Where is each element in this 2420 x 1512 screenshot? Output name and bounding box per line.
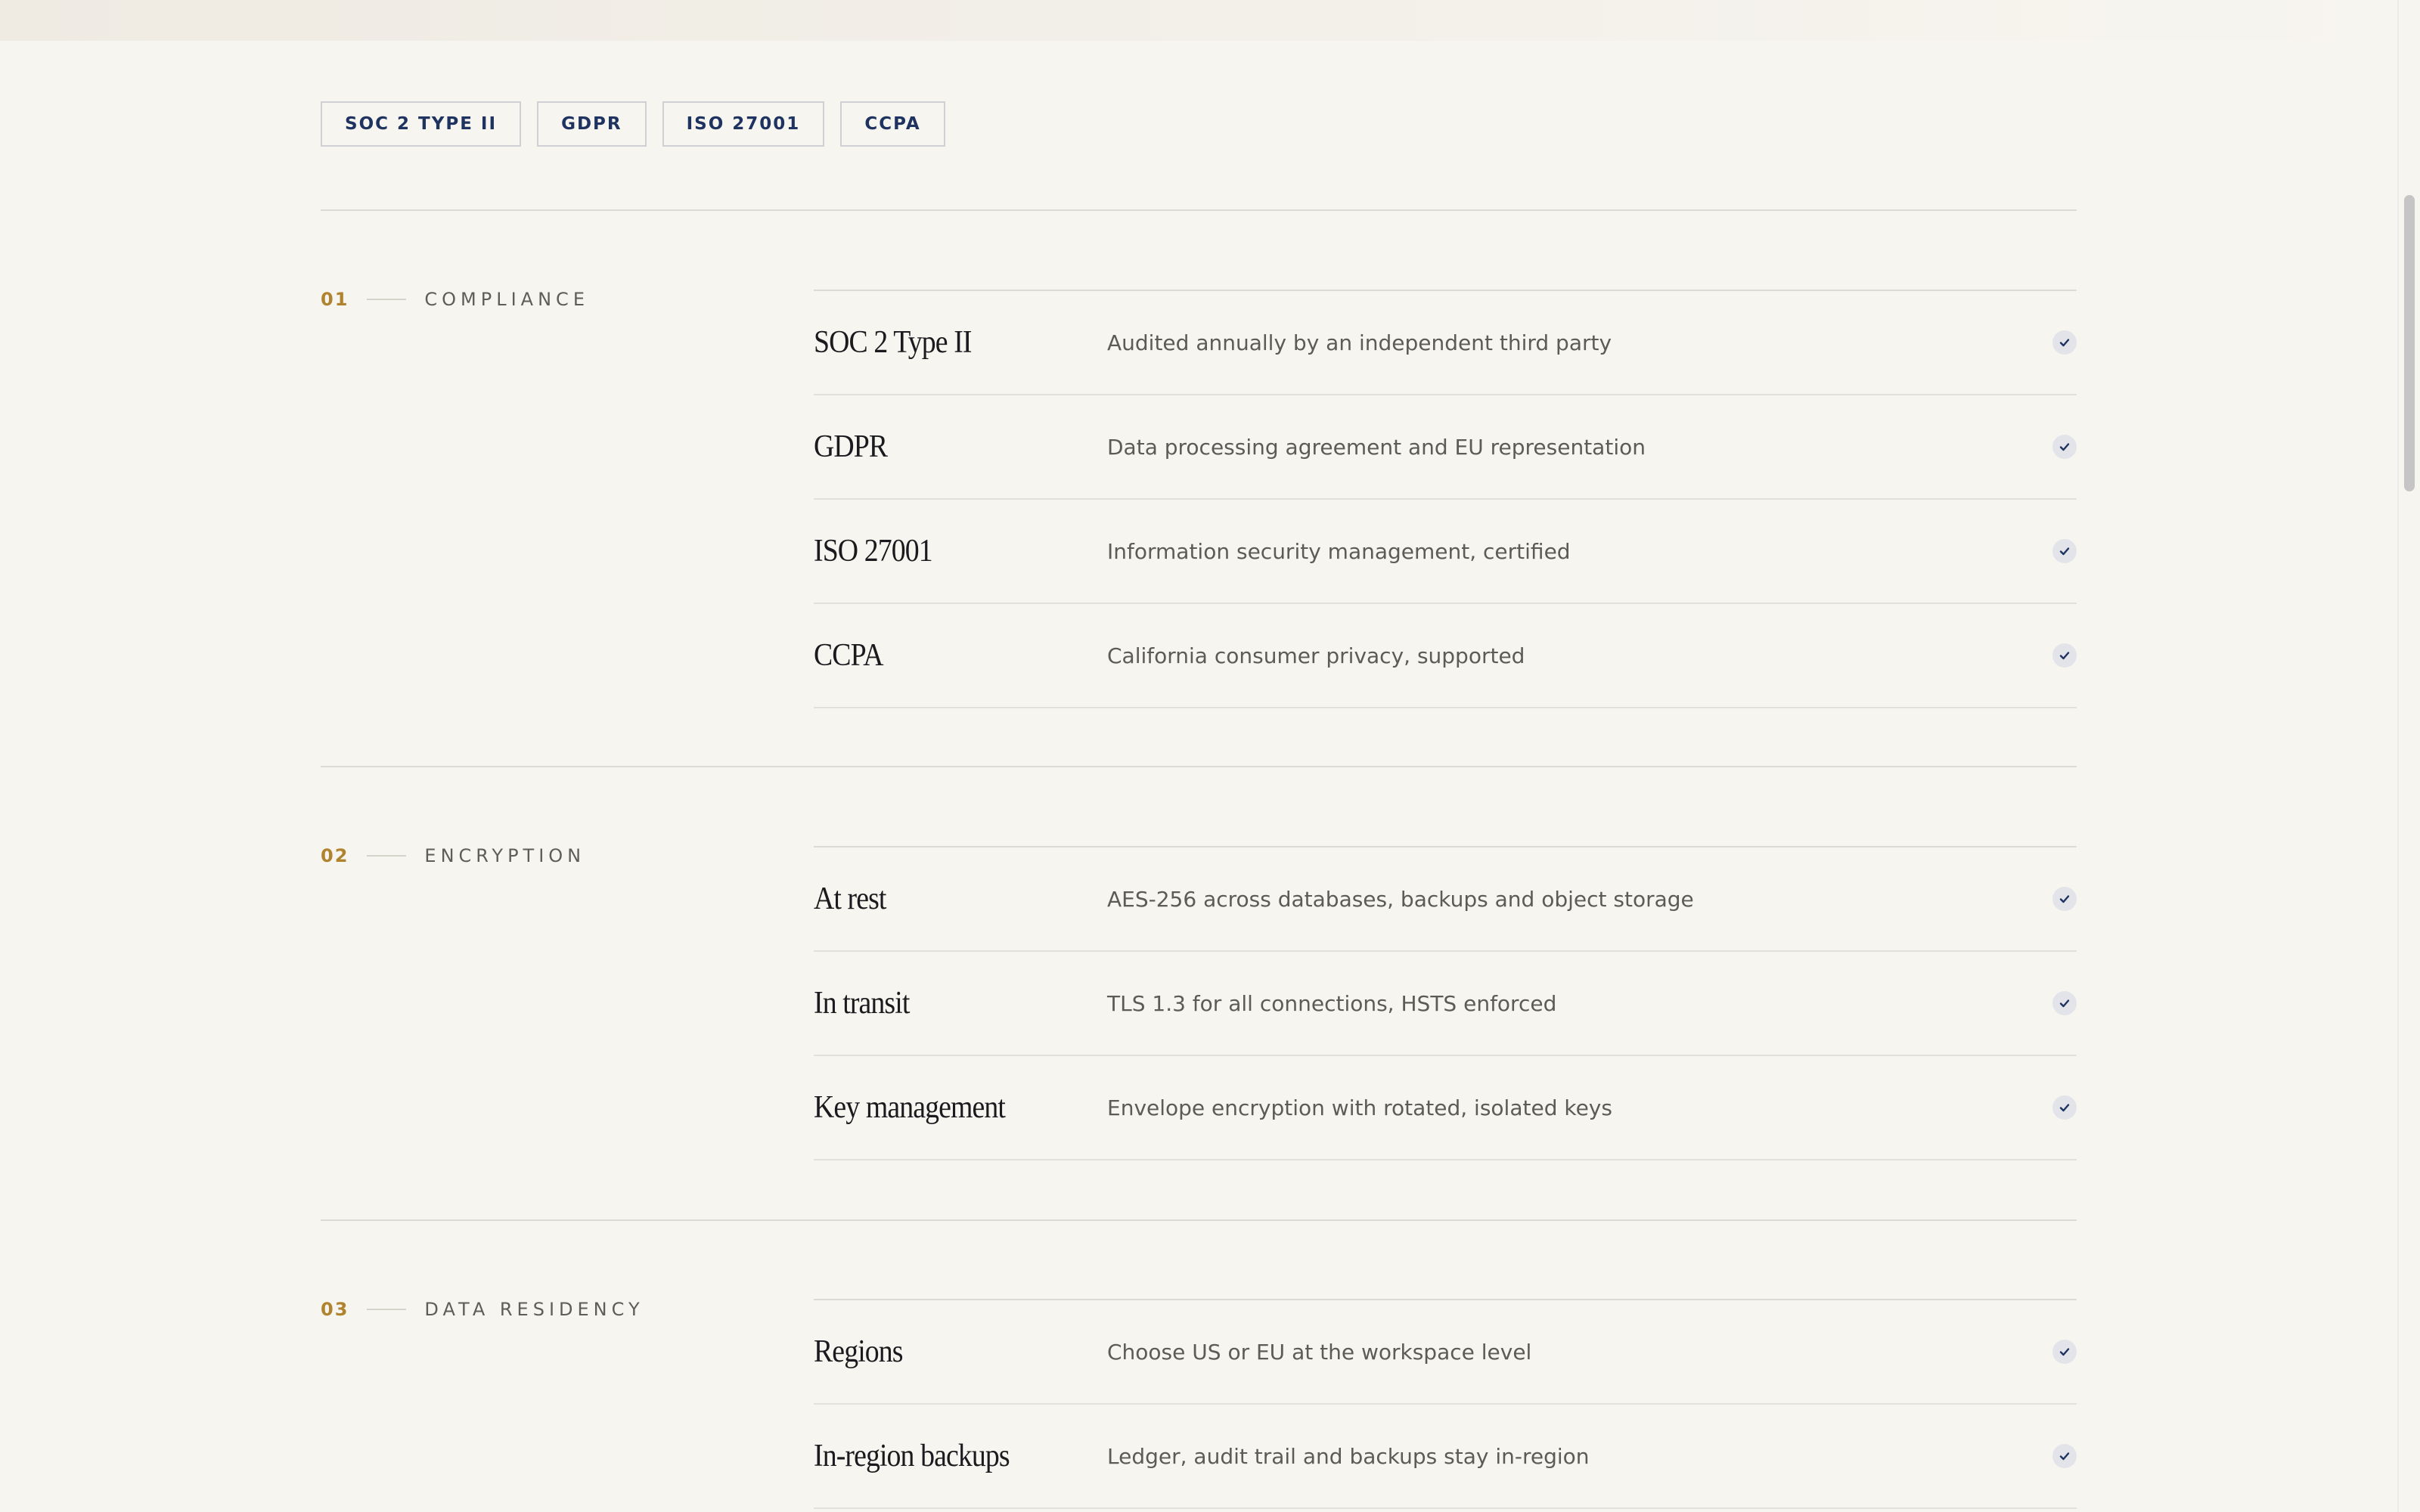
item-name: GDPR	[814, 429, 888, 464]
check-icon	[2052, 1444, 2077, 1468]
item-description: TLS 1.3 for all connections, HSTS enforc…	[1107, 990, 1557, 1016]
item-description: Data processing agreement and EU represe…	[1107, 434, 1646, 460]
check-icon	[2052, 1095, 2077, 1120]
page: SOC 2 TYPE II GDPR ISO 27001 CCPA 01 COM…	[0, 0, 2420, 1512]
badge-soc2[interactable]: SOC 2 TYPE II	[321, 101, 522, 147]
check-icon	[2052, 1340, 2077, 1364]
item-description: Choose US or EU at the workspace level	[1107, 1339, 1532, 1365]
item-description: Envelope encryption with rotated, isolat…	[1107, 1095, 1612, 1120]
check-icon	[2052, 887, 2077, 911]
check-icon	[2052, 330, 2077, 355]
list-item: In-region backups Ledger, audit trail an…	[814, 1405, 2077, 1509]
item-description: Audited annually by an independent third…	[1107, 330, 1612, 355]
compliance-badges: SOC 2 TYPE II GDPR ISO 27001 CCPA	[321, 101, 945, 147]
section-divider	[321, 209, 2077, 211]
list-item: In transit TLS 1.3 for all connections, …	[814, 952, 2077, 1056]
badge-ccpa[interactable]: CCPA	[840, 101, 945, 147]
top-band	[0, 0, 2399, 41]
list-item: Key management Envelope encryption with …	[814, 1056, 2077, 1160]
encryption-list: At rest AES-256 across databases, backup…	[814, 846, 2077, 1160]
badge-iso27001[interactable]: ISO 27001	[662, 101, 825, 147]
list-item: ISO 27001 Information security managemen…	[814, 500, 2077, 604]
item-name: ISO 27001	[814, 534, 933, 569]
item-name: CCPA	[814, 638, 884, 673]
section-dash	[367, 1309, 407, 1310]
section-header-compliance: 01 COMPLIANCE	[321, 289, 589, 310]
section-title: COMPLIANCE	[424, 289, 589, 310]
section-number: 01	[321, 289, 349, 310]
scrollbar-thumb[interactable]	[2404, 195, 2415, 491]
section-dash	[367, 855, 407, 857]
compliance-list: SOC 2 Type II Audited annually by an ind…	[814, 290, 2077, 708]
item-description: Information security management, certifi…	[1107, 538, 1571, 564]
vertical-scrollbar[interactable]	[2397, 0, 2420, 1512]
list-item: GDPR Data processing agreement and EU re…	[814, 395, 2077, 500]
item-description: California consumer privacy, supported	[1107, 643, 1525, 668]
section-divider	[321, 766, 2077, 767]
list-item: CCPA California consumer privacy, suppor…	[814, 604, 2077, 708]
list-item: SOC 2 Type II Audited annually by an ind…	[814, 291, 2077, 395]
data-residency-list: Regions Choose US or EU at the workspace…	[814, 1299, 2077, 1509]
item-name: Key management	[814, 1090, 1006, 1125]
item-name: In-region backups	[814, 1439, 1010, 1473]
section-number: 03	[321, 1299, 349, 1320]
list-item: At rest AES-256 across databases, backup…	[814, 847, 2077, 952]
section-title: ENCRYPTION	[424, 845, 586, 866]
section-header-data-residency: 03 DATA RESIDENCY	[321, 1299, 644, 1320]
item-name: At rest	[814, 881, 886, 916]
check-icon	[2052, 539, 2077, 563]
item-name: In transit	[814, 986, 910, 1021]
check-icon	[2052, 435, 2077, 459]
section-dash	[367, 299, 407, 300]
check-icon	[2052, 991, 2077, 1015]
section-title: DATA RESIDENCY	[424, 1299, 644, 1320]
list-item: Regions Choose US or EU at the workspace…	[814, 1300, 2077, 1405]
section-header-encryption: 02 ENCRYPTION	[321, 845, 585, 866]
check-icon	[2052, 643, 2077, 668]
badge-gdpr[interactable]: GDPR	[537, 101, 647, 147]
item-description: AES-256 across databases, backups and ob…	[1107, 886, 1694, 912]
item-name: SOC 2 Type II	[814, 325, 973, 360]
section-number: 02	[321, 845, 349, 866]
item-description: Ledger, audit trail and backups stay in-…	[1107, 1443, 1590, 1469]
item-name: Regions	[814, 1334, 904, 1369]
section-divider	[321, 1219, 2077, 1221]
